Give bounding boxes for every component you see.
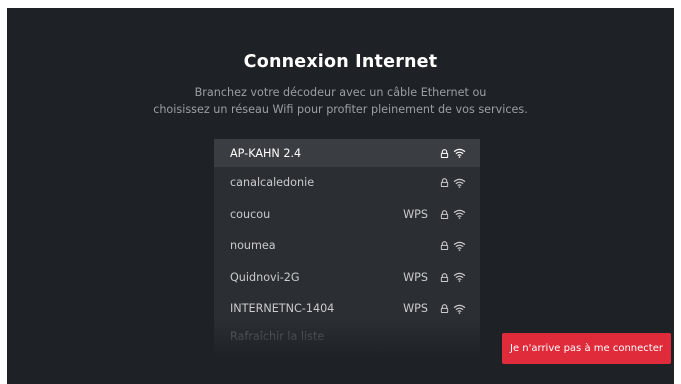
subtitle-line-2: choisissez un réseau Wifi pour profiter … [153,103,528,116]
refresh-list-item[interactable]: Rafraîchir la liste [214,325,480,349]
network-name: Quidnovi-2G [230,270,300,284]
wps-label: WPS [403,270,428,284]
lock-icon [440,304,449,314]
network-name: noumea [230,239,276,253]
lock-icon [440,272,449,282]
wifi-icon [453,148,466,158]
network-item[interactable]: INTERNETNC-1404 WPS [214,293,480,325]
lock-icon [440,148,449,158]
lock-icon [440,241,449,251]
wifi-icon [453,209,466,220]
wps-label: WPS [403,302,428,316]
lock-icon [440,178,449,188]
network-item[interactable]: AP-KAHN 2.4 [214,139,480,167]
network-item[interactable]: noumea [214,230,480,262]
network-name: INTERNETNC-1404 [230,302,335,316]
wps-label: WPS [403,207,428,221]
page-title: Connexion Internet [243,52,438,72]
network-name: AP-KAHN 2.4 [230,146,302,160]
wifi-icon [453,272,466,283]
network-item[interactable]: coucou WPS [214,199,480,231]
page-subtitle: Branchez votre décodeur avec un câble Et… [7,84,674,118]
network-name: canalcaledonie [230,176,315,190]
network-item[interactable]: canalcaledonie [214,167,480,199]
tv-screen: Connexion Internet Branchez votre décode… [7,8,674,384]
wifi-icon [453,241,466,251]
network-item[interactable]: Quidnovi-2G WPS [214,262,480,294]
lock-icon [440,209,449,219]
network-name: coucou [230,207,271,221]
subtitle-line-1: Branchez votre décodeur avec un câble Et… [194,86,487,99]
cannot-connect-button[interactable]: Je n'arrive pas à me connecter [502,333,671,364]
wifi-network-list[interactable]: AP-KAHN 2.4 canalcaledonie coucou WPS no… [214,139,480,356]
wifi-icon [453,178,466,188]
wifi-icon [453,304,466,314]
